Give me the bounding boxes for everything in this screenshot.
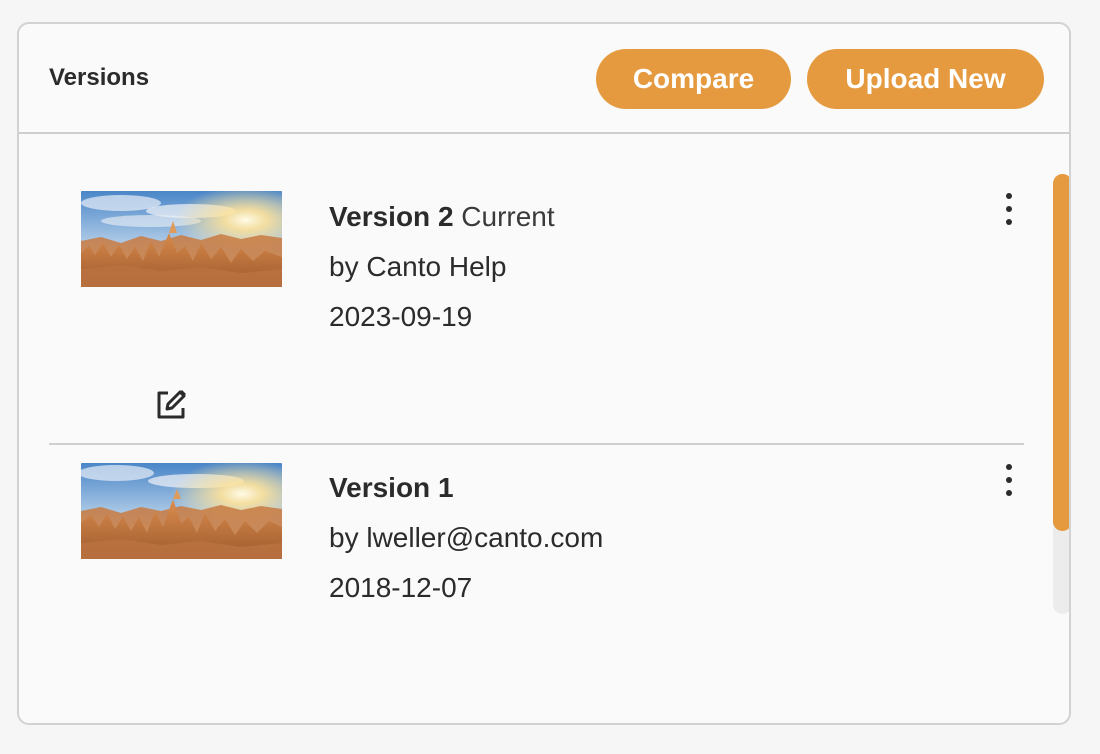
more-dot <box>1006 490 1012 496</box>
version-row: Version 2 Current by Canto Help 2023-09-… <box>19 134 1069 445</box>
canyon-thumbnail-image <box>81 463 282 559</box>
more-dot <box>1006 193 1012 199</box>
canyon-thumbnail-image <box>81 191 282 287</box>
panel-title: Versions <box>49 64 150 91</box>
more-dot <box>1006 206 1012 212</box>
more-dot <box>1006 219 1012 225</box>
more-dot <box>1006 477 1012 483</box>
version-name: Version 1 <box>329 472 454 503</box>
version-thumbnail[interactable] <box>81 463 282 559</box>
edit-icon-graphic <box>157 390 186 419</box>
more-vertical-icon[interactable] <box>997 460 1021 500</box>
version-name: Version 2 <box>329 201 454 232</box>
version-meta: Version 1 by lweller@canto.com 2018-12-0… <box>329 471 603 605</box>
version-thumbnail[interactable] <box>81 191 282 287</box>
compare-button[interactable]: Compare <box>596 49 791 109</box>
version-date: 2023-09-19 <box>329 301 473 332</box>
panel-header: Versions Compare Upload New <box>19 24 1069 134</box>
more-dot <box>1006 464 1012 470</box>
version-author: by Canto Help <box>329 251 507 282</box>
row-divider <box>49 443 1024 445</box>
version-author: by lweller@canto.com <box>329 522 604 553</box>
edit-icon[interactable] <box>153 387 189 423</box>
upload-new-button[interactable]: Upload New <box>807 49 1044 109</box>
versions-panel: Versions Compare Upload New Version 2 Cu… <box>17 22 1071 725</box>
current-tag: Current <box>461 201 555 232</box>
version-date: 2018-12-07 <box>329 572 473 603</box>
scrollbar-thumb[interactable] <box>1053 174 1069 531</box>
version-meta: Version 2 Current by Canto Help 2023-09-… <box>329 200 555 334</box>
version-row: Version 1 by lweller@canto.com 2018-12-0… <box>19 446 1069 646</box>
more-vertical-icon[interactable] <box>997 189 1021 229</box>
versions-list: Version 2 Current by Canto Help 2023-09-… <box>19 134 1069 723</box>
